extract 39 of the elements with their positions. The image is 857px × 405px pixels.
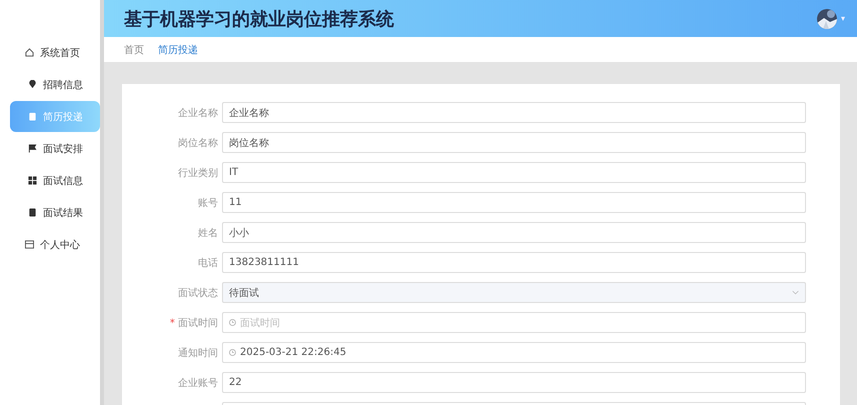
flag-icon — [28, 144, 37, 153]
field-label: 企业名称 — [178, 108, 218, 118]
field-label: 姓名 — [198, 228, 218, 238]
sidebar-item[interactable]: 面试安排 — [10, 133, 100, 164]
sidebar-item[interactable]: 系统首页 — [10, 37, 100, 68]
input-field[interactable]: 13823811111 — [222, 252, 806, 273]
field-label: 行业类别 — [178, 168, 218, 178]
document-icon — [28, 208, 37, 217]
field-label: * 面试时间 — [170, 318, 218, 328]
clock-icon — [229, 319, 236, 326]
input-field[interactable]: 11 — [222, 192, 806, 213]
field-label: 面试状态 — [178, 288, 218, 298]
breadcrumb-link[interactable]: 简历投递 — [158, 42, 198, 56]
panel-icon — [25, 240, 34, 249]
sidebar-item[interactable]: 个人中心 — [10, 229, 100, 260]
input-field[interactable]: IT — [222, 162, 806, 183]
breadcrumb-link[interactable]: 首页 — [124, 42, 144, 56]
app-title: 基于机器学习的就业岗位推荐系统 — [124, 8, 395, 30]
field-label: 账号 — [198, 198, 218, 208]
required-mark: * — [170, 318, 175, 328]
pin-icon — [28, 80, 37, 89]
clock-icon — [229, 349, 236, 356]
date-field[interactable]: 2025-03-21 22:26:45 — [222, 342, 806, 363]
field-label: 电话 — [198, 258, 218, 268]
input-field[interactable]: 22 — [222, 372, 806, 393]
sidebar-item[interactable]: 面试结果 — [10, 197, 100, 228]
select-field[interactable]: 待面试 — [222, 282, 806, 303]
field-label: 岗位名称 — [178, 138, 218, 148]
grid-icon — [28, 176, 37, 185]
field-label: 企业账号 — [178, 378, 218, 388]
sidebar-item[interactable]: 招聘信息 — [10, 69, 100, 100]
sidebar-item[interactable]: 面试信息 — [10, 165, 100, 196]
chevron-down-icon — [792, 290, 799, 295]
input-field[interactable]: 岗位名称 — [222, 132, 806, 153]
clipboard-icon — [28, 112, 37, 121]
input-field[interactable]: 企业名称 — [222, 102, 806, 123]
field-label: 通知时间 — [178, 348, 218, 358]
input-field[interactable]: 小小 — [222, 222, 806, 243]
home-icon — [25, 48, 34, 57]
